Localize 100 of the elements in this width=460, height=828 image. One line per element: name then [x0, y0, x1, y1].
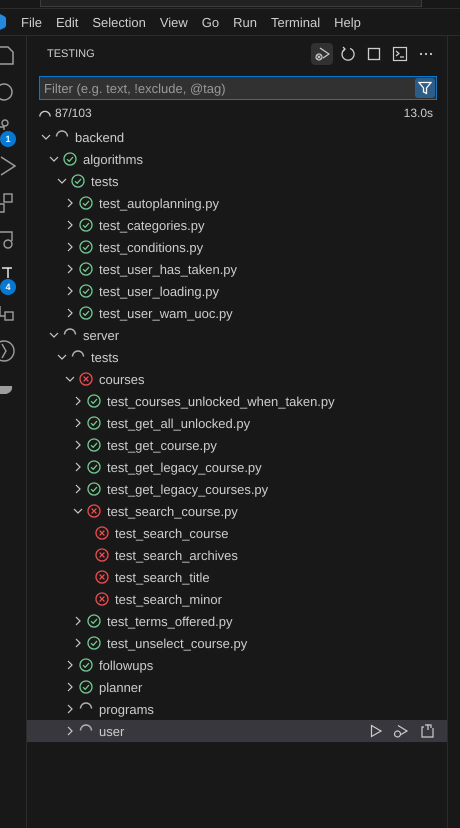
- chevron-right-icon[interactable]: [65, 286, 75, 296]
- panel-title: TESTING: [47, 48, 96, 60]
- tree-item[interactable]: test_courses_unlocked_when_taken.py: [27, 390, 447, 412]
- chevron-down-icon[interactable]: [49, 330, 59, 340]
- extensions-icon[interactable]: [0, 192, 14, 214]
- tree-item[interactable]: planner: [27, 676, 447, 698]
- tree-item[interactable]: tests: [27, 346, 447, 368]
- chevron-down-icon[interactable]: [49, 154, 59, 164]
- chevron-right-icon[interactable]: [65, 308, 75, 318]
- chevron-right-icon[interactable]: [73, 418, 83, 428]
- tree-item[interactable]: test_search_archives: [27, 544, 447, 566]
- notification-badge: 4: [0, 279, 16, 295]
- search-icon[interactable]: [0, 82, 14, 102]
- passed-icon: [79, 196, 93, 210]
- passed-icon: [79, 218, 93, 232]
- chevron-right-icon[interactable]: [73, 616, 83, 626]
- passed-icon: [79, 658, 93, 672]
- chevron-right-icon[interactable]: [65, 198, 75, 208]
- tree-item[interactable]: test_get_legacy_courses.py: [27, 478, 447, 500]
- tree-item[interactable]: test_user_loading.py: [27, 280, 447, 302]
- tree-item[interactable]: test_search_course: [27, 522, 447, 544]
- menu-item[interactable]: Selection: [85, 14, 153, 30]
- failed-icon: [95, 548, 109, 562]
- tree-item[interactable]: test_get_legacy_course.py: [27, 456, 447, 478]
- remote-explorer-icon[interactable]: [0, 229, 14, 251]
- menu-item[interactable]: Help: [327, 14, 368, 30]
- tree-item[interactable]: test_terms_offered.py: [27, 610, 447, 632]
- loading-icon: [71, 350, 85, 357]
- chevron-down-icon[interactable]: [73, 506, 83, 516]
- tree-item[interactable]: courses: [27, 368, 447, 390]
- run-debug-icon[interactable]: [0, 155, 16, 177]
- chevron-right-icon[interactable]: [73, 638, 83, 648]
- loading-icon: [79, 724, 93, 731]
- chevron-right-icon[interactable]: [65, 682, 75, 692]
- failed-icon: [79, 372, 93, 386]
- tree-item[interactable]: test_unselect_course.py: [27, 632, 447, 654]
- run-test-icon[interactable]: [369, 724, 383, 738]
- chevron-right-icon[interactable]: [65, 242, 75, 252]
- tree-item[interactable]: followups: [27, 654, 447, 676]
- passed-icon: [71, 174, 85, 188]
- tree-item[interactable]: algorithms: [27, 148, 447, 170]
- passed-icon: [87, 482, 101, 496]
- tree-item[interactable]: server: [27, 324, 447, 346]
- chevron-right-icon[interactable]: [65, 220, 75, 230]
- failed-icon: [95, 570, 109, 584]
- chevron-right-icon[interactable]: [73, 462, 83, 472]
- chevron-down-icon[interactable]: [57, 176, 67, 186]
- chevron-right-icon[interactable]: [65, 704, 75, 714]
- elapsed-time: 13.0s: [404, 106, 433, 120]
- notification-badge: 1: [0, 131, 16, 147]
- menu-item[interactable]: File: [14, 14, 49, 30]
- chevron-right-icon[interactable]: [73, 440, 83, 450]
- chevron-down-icon[interactable]: [41, 132, 51, 142]
- chevron-right-icon[interactable]: [73, 396, 83, 406]
- app-logo-icon: [0, 14, 6, 30]
- passed-icon: [79, 680, 93, 694]
- chevron-down-icon[interactable]: [57, 352, 67, 362]
- debug-test-icon[interactable]: [393, 724, 409, 738]
- tree-item[interactable]: programs: [27, 698, 447, 720]
- loading-icon: [39, 110, 51, 116]
- passed-icon: [79, 284, 93, 298]
- passed-icon: [87, 636, 101, 650]
- tree-item[interactable]: tests: [27, 170, 447, 192]
- chevron-right-icon[interactable]: [73, 484, 83, 494]
- tree-item[interactable]: test_user_wam_uoc.py: [27, 302, 447, 324]
- menu-item[interactable]: Go: [194, 14, 226, 30]
- failed-icon: [87, 504, 101, 518]
- loading-icon: [79, 702, 93, 709]
- tree-item[interactable]: test_conditions.py: [27, 236, 447, 258]
- menu-item[interactable]: View: [152, 14, 195, 30]
- tree-item[interactable]: backend: [27, 126, 447, 148]
- git-graph-icon[interactable]: [0, 339, 16, 363]
- tree-item[interactable]: test_search_title: [27, 566, 447, 588]
- tree-item[interactable]: user: [27, 720, 447, 742]
- passed-icon: [79, 306, 93, 320]
- more-icon[interactable]: [419, 52, 433, 56]
- filter-field[interactable]: Filter (e.g. text, !exclude, @tag): [39, 76, 437, 100]
- menu-item[interactable]: Run: [226, 14, 264, 30]
- tree-item[interactable]: test_search_minor: [27, 588, 447, 610]
- loading-icon: [63, 328, 77, 335]
- passed-icon: [79, 262, 93, 276]
- go-to-file-icon[interactable]: [419, 723, 435, 739]
- tree-item[interactable]: test_categories.py: [27, 214, 447, 236]
- passed-icon: [63, 152, 77, 166]
- passed-icon: [87, 416, 101, 430]
- failed-icon: [95, 592, 109, 606]
- menu-item[interactable]: Terminal: [264, 14, 328, 30]
- chevron-right-icon[interactable]: [65, 660, 75, 670]
- test-count: 87/103: [55, 106, 93, 120]
- menu-item[interactable]: Edit: [48, 14, 86, 30]
- passed-icon: [87, 394, 101, 408]
- tree-item[interactable]: test_user_has_taken.py: [27, 258, 447, 280]
- tree-item[interactable]: test_search_course.py: [27, 500, 447, 522]
- chevron-right-icon[interactable]: [65, 726, 75, 736]
- tree-item[interactable]: test_get_all_unlocked.py: [27, 412, 447, 434]
- chevron-right-icon[interactable]: [65, 264, 75, 274]
- chevron-down-icon[interactable]: [65, 374, 75, 384]
- tree-item[interactable]: test_autoplanning.py: [27, 192, 447, 214]
- loading-icon: [55, 130, 69, 137]
- tree-item[interactable]: test_get_course.py: [27, 434, 447, 456]
